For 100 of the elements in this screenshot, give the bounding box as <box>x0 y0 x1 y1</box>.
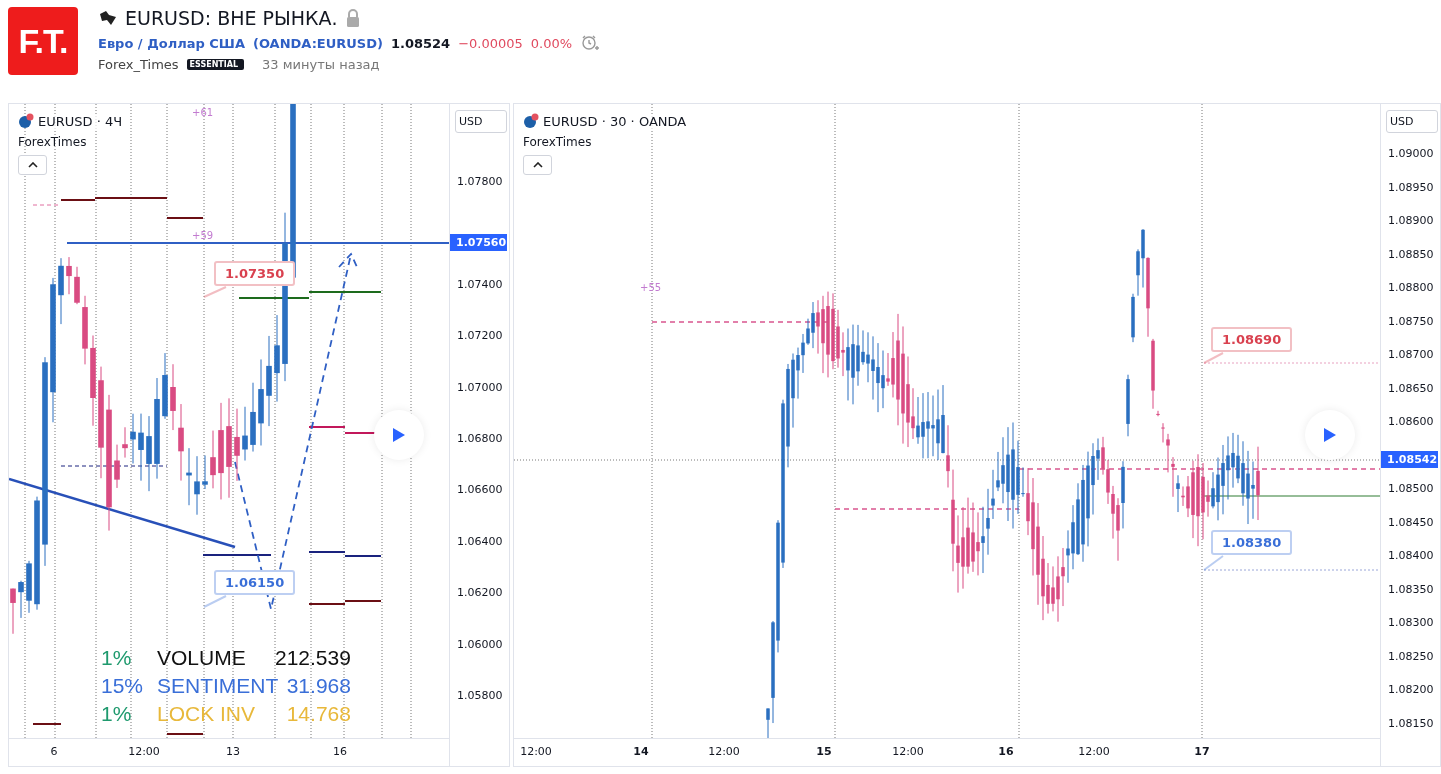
stat-percent: 15% <box>101 674 145 698</box>
currency-button[interactable]: USD <box>455 110 507 133</box>
price-callout: 1.06150 <box>214 570 296 595</box>
candle <box>58 257 64 325</box>
collapse-button[interactable] <box>18 155 47 175</box>
price-axis-label: 1.07800 <box>457 175 503 188</box>
chart-title: EURUSD · 30 · OANDA <box>543 113 687 129</box>
pip-label: +55 <box>640 282 662 293</box>
symbol-link[interactable]: (OANDA:EURUSD) <box>252 35 383 51</box>
candle <box>138 413 144 482</box>
candle <box>162 352 168 420</box>
stat-value: 212.539 <box>275 646 351 670</box>
price-change-percent: 0.00% <box>530 35 573 51</box>
time-axis-label: 6 <box>50 745 58 759</box>
price-axis-label: 1.06800 <box>457 432 503 445</box>
candle <box>202 454 208 490</box>
stat-value: 14.768 <box>285 702 351 726</box>
price-axis-label: 1.06000 <box>457 637 503 651</box>
level-line <box>308 426 346 428</box>
price-axis-label: 1.08450 <box>1388 515 1434 529</box>
price-axis-label: 1.07400 <box>457 277 503 291</box>
last-price-tag: 1.08542 <box>1381 451 1438 468</box>
price-axis-label: 1.06200 <box>457 586 503 600</box>
plan-badge: ESSENTIAL <box>186 59 245 70</box>
price-axis-label: 1.08950 <box>1388 180 1434 194</box>
pip-label: +61 <box>192 107 214 118</box>
indicator-name: ForexTimes <box>523 135 592 149</box>
stat-percent: 1% <box>101 646 133 670</box>
price-callout: 1.08690 <box>1211 327 1293 352</box>
leader-line <box>202 594 228 609</box>
time-axis-label: 12:00 <box>892 745 924 759</box>
candle <box>1126 374 1130 437</box>
stat-percent: 1% <box>101 702 133 726</box>
candle <box>122 426 128 459</box>
price-axis-label: 1.06600 <box>457 483 503 497</box>
price-axis-label: 1.05800 <box>457 689 503 702</box>
candle <box>66 256 72 295</box>
instrument-link[interactable]: Евро / Доллар США <box>98 35 245 51</box>
time-axis-label: 12:00 <box>520 745 552 759</box>
flag-icon <box>523 113 539 129</box>
candle <box>194 455 200 516</box>
price-axis-label: 1.08250 <box>1388 649 1434 663</box>
pip-label: +59 <box>192 230 214 241</box>
candle <box>74 266 80 305</box>
time-axis-label: 12:00 <box>128 745 160 759</box>
price: 1.08524 <box>390 35 451 51</box>
candle <box>170 363 176 431</box>
candle <box>242 406 248 461</box>
candle <box>82 295 88 365</box>
price-axis-label: 1.06400 <box>457 534 503 548</box>
author-name[interactable]: Forex_Times <box>98 57 179 72</box>
candle <box>130 413 136 464</box>
candle <box>186 447 192 506</box>
time-axis-label: 13 <box>226 745 240 759</box>
price-axis-label: 1.08500 <box>1388 482 1434 495</box>
chart-title: EURUSD · 4Ч <box>38 113 123 129</box>
price-axis-label: 1.08900 <box>1388 214 1434 227</box>
price-axis-label: 1.08350 <box>1388 582 1434 596</box>
time-axis-label: 17 <box>1194 745 1210 759</box>
stat-label: VOLUME <box>157 646 247 670</box>
time-axis-label: 15 <box>816 745 832 759</box>
candle <box>210 430 216 489</box>
chevron-up-icon <box>27 162 38 168</box>
price-callout: 1.08380 <box>1211 530 1293 555</box>
level-line <box>238 297 310 299</box>
price-axis-label: 1.08700 <box>1388 348 1434 361</box>
price-axis-label: 1.08300 <box>1388 616 1434 629</box>
level-line <box>32 723 62 725</box>
play-icon <box>391 427 406 443</box>
idea-title: EURUSD: ВНЕ РЫНКА. <box>125 7 338 29</box>
lock-icon <box>344 8 361 28</box>
level-line <box>202 554 272 556</box>
leader-line <box>1202 554 1225 572</box>
price-callout: 1.07350 <box>214 261 296 286</box>
candle <box>10 588 16 635</box>
currency-button[interactable]: USD <box>1386 110 1438 133</box>
candle <box>18 580 24 619</box>
collapse-button[interactable] <box>523 155 552 175</box>
price-axis-label: 1.08400 <box>1388 549 1434 562</box>
level-line <box>166 217 204 219</box>
price-axis-label: 1.08750 <box>1388 314 1434 328</box>
price-axis-label: 1.08150 <box>1388 716 1434 730</box>
candle <box>114 444 120 489</box>
stat-label: LOCK INV <box>157 702 257 726</box>
price-axis-label: 1.08800 <box>1388 281 1434 294</box>
publish-time: 33 минуты назад <box>262 57 380 72</box>
alarm-clock-icon[interactable] <box>580 33 601 53</box>
time-axis-label: 12:00 <box>708 745 740 759</box>
price-axis-label: 1.07000 <box>457 380 503 394</box>
price-change: −0.00005 <box>458 35 523 51</box>
play-button[interactable] <box>1305 410 1355 460</box>
logo: F.T. <box>8 7 78 75</box>
price-axis-label: 1.08200 <box>1388 683 1434 696</box>
time-axis-label: 12:00 <box>1078 745 1110 759</box>
leader-line <box>202 285 228 299</box>
candle <box>250 382 256 453</box>
price-axis-label: 1.08850 <box>1388 247 1434 261</box>
last-price-tag: 1.07560 <box>450 234 507 251</box>
price-axis-label: 1.08650 <box>1388 381 1434 395</box>
flag-icon <box>18 113 34 129</box>
